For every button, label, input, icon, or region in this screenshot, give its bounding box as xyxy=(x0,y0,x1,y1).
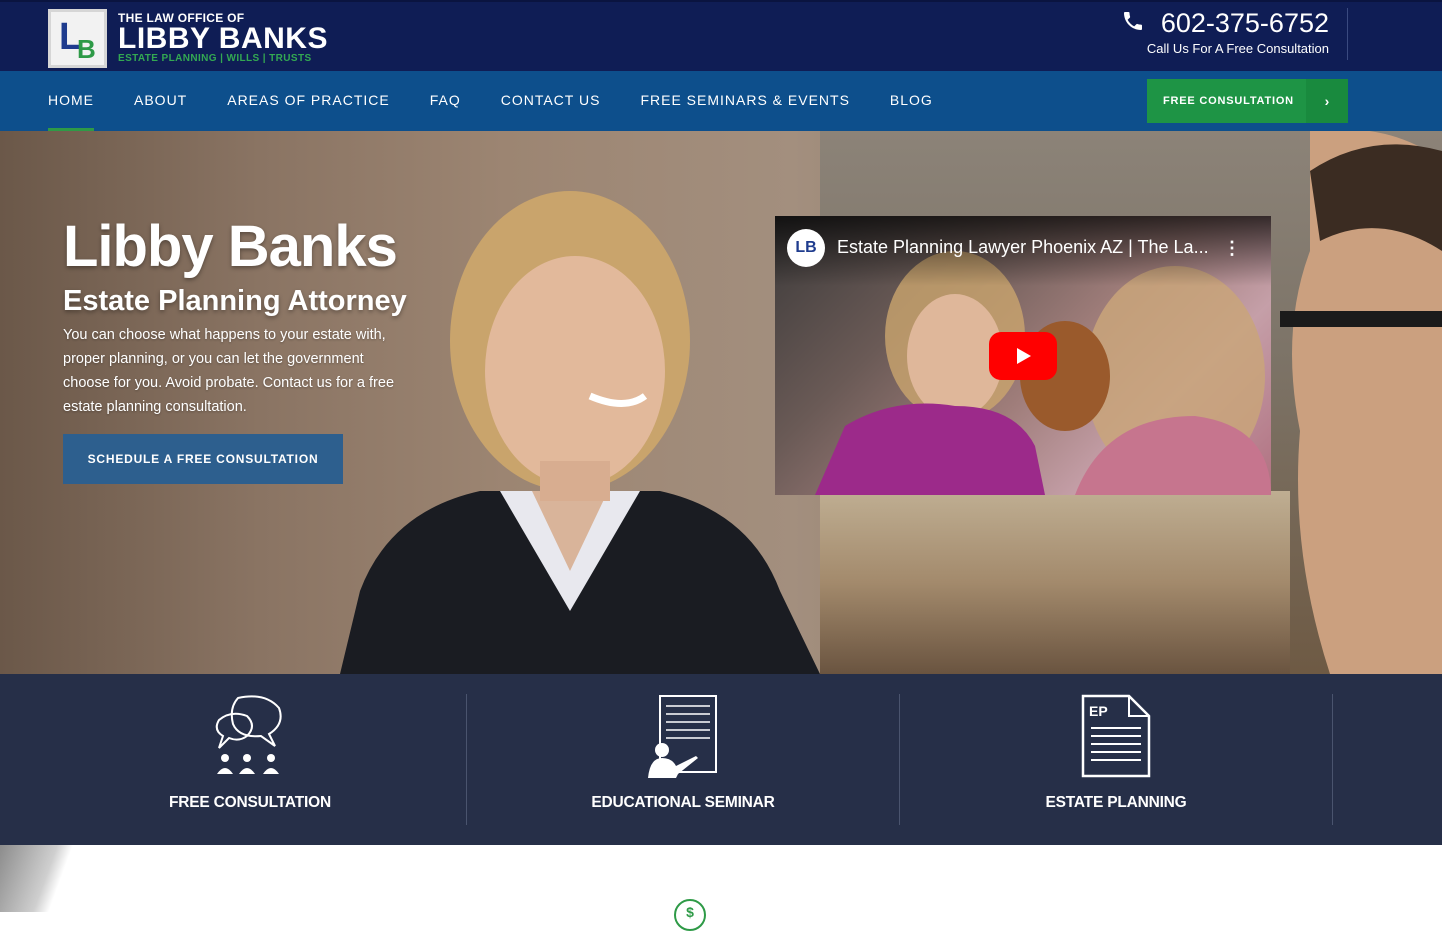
dollar-circle-icon: $ xyxy=(674,899,706,931)
logo-name: LIBBY BANKS xyxy=(118,21,328,55)
nav-item-contact-us[interactable]: CONTACT US xyxy=(501,71,601,131)
chevron-right-icon: › xyxy=(1306,79,1348,123)
feature-free-consultation[interactable]: FREE CONSULTATION xyxy=(34,694,467,825)
svg-text:EP: EP xyxy=(1089,703,1108,719)
nav-item-faq[interactable]: FAQ xyxy=(430,71,461,131)
phone-caption: Call Us For A Free Consultation xyxy=(1146,41,1329,56)
channel-avatar-letters: LB xyxy=(795,239,817,256)
nav-item-home[interactable]: HOME xyxy=(48,71,94,131)
feature-estate-planning[interactable]: EP ESTATE PLANNING xyxy=(900,694,1333,825)
main-nav: HOME ABOUT AREAS OF PRACTICE FAQ CONTACT… xyxy=(0,71,1442,131)
nav-item-free-seminars-events[interactable]: FREE SEMINARS & EVENTS xyxy=(640,71,849,131)
nav-item-about[interactable]: ABOUT xyxy=(134,71,187,131)
video-title[interactable]: Estate Planning Lawyer Phoenix AZ | The … xyxy=(837,237,1207,258)
estate-document-icon: EP xyxy=(1081,694,1151,778)
phone-icon xyxy=(1121,9,1145,38)
consultation-chat-icon xyxy=(215,695,282,774)
video-embed[interactable]: LB Estate Planning Lawyer Phoenix AZ | T… xyxy=(775,216,1271,495)
free-consultation-button[interactable]: FREE CONSULTATION › xyxy=(1147,79,1348,123)
phone-number[interactable]: 602-375-6752 xyxy=(1161,8,1329,39)
hero-title: Libby Banks xyxy=(63,214,398,279)
youtube-play-icon[interactable] xyxy=(989,332,1057,380)
below-fold-section: $ xyxy=(0,845,1442,931)
feature-label: EDUCATIONAL SEMINAR xyxy=(591,794,775,811)
logo-tagline: ESTATE PLANNING | WILLS | TRUSTS xyxy=(118,52,312,64)
feature-label: ESTATE PLANNING xyxy=(1045,794,1187,811)
hero-section: Libby Banks Estate Planning Attorney You… xyxy=(0,131,1442,674)
below-fold-image xyxy=(0,845,80,912)
nav-list: HOME ABOUT AREAS OF PRACTICE FAQ CONTACT… xyxy=(48,71,973,131)
seminar-presenter-icon xyxy=(648,695,717,778)
feature-label: FREE CONSULTATION xyxy=(169,794,331,811)
top-bar: L B THE LAW OFFICE OF LIBBY BANKS ESTATE… xyxy=(0,0,1442,71)
phone-block[interactable]: 602-375-6752 Call Us For A Free Consulta… xyxy=(1121,8,1348,60)
free-consultation-label: FREE CONSULTATION xyxy=(1163,95,1294,107)
site-logo[interactable]: L B THE LAW OFFICE OF LIBBY BANKS ESTATE… xyxy=(48,8,328,68)
schedule-consultation-button[interactable]: SCHEDULE A FREE CONSULTATION xyxy=(63,434,343,484)
hero-background-painting xyxy=(820,491,1290,674)
feature-educational-seminar[interactable]: EDUCATIONAL SEMINAR xyxy=(467,694,900,825)
hero-subtitle: Estate Planning Attorney xyxy=(63,285,407,317)
logo-mark: L B xyxy=(48,8,107,68)
features-band: FREE CONSULTATION EDUCATIONAL SEMINAR EP… xyxy=(0,674,1442,845)
hero-description: You can choose what happens to your esta… xyxy=(63,327,395,415)
channel-avatar[interactable]: LB xyxy=(787,229,825,267)
logo-text: THE LAW OFFICE OF LIBBY BANKS ESTATE PLA… xyxy=(118,11,328,65)
nav-item-areas-of-practice[interactable]: AREAS OF PRACTICE xyxy=(227,71,389,131)
more-vert-icon[interactable]: ⋮ xyxy=(1223,238,1241,259)
nav-item-blog[interactable]: BLOG xyxy=(890,71,933,131)
hero-client-photo xyxy=(1280,131,1442,674)
